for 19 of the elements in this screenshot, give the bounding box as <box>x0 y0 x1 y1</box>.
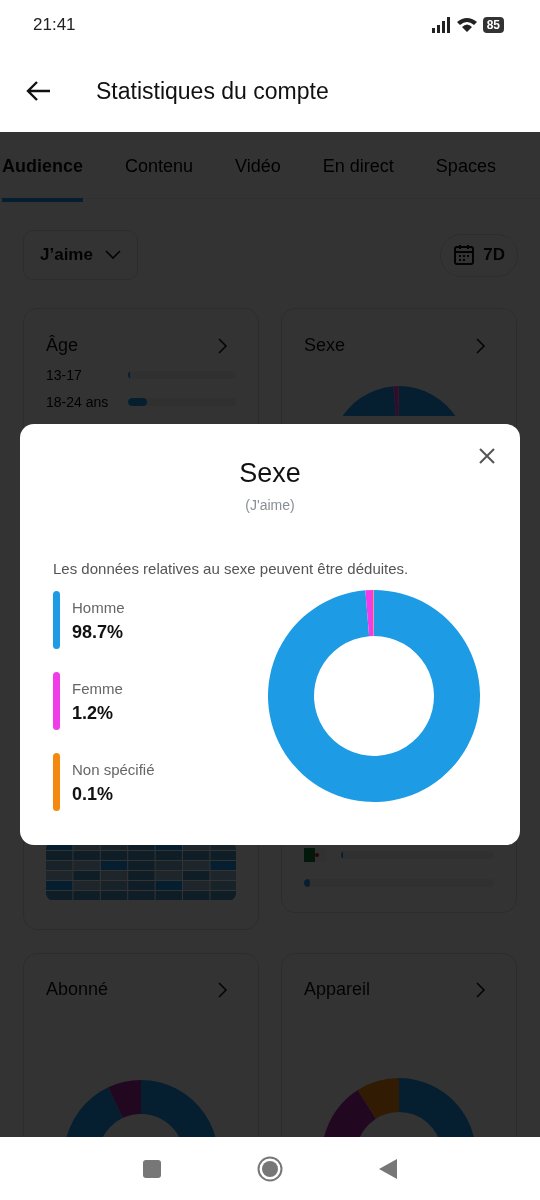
legend-label: Homme <box>72 599 125 616</box>
page-title: Statistiques du compte <box>96 77 329 105</box>
legend-label: Femme <box>72 680 123 697</box>
recent-apps-icon[interactable] <box>142 1158 162 1179</box>
info-text: Les données relatives au sexe peuvent être déduites. <box>53 560 410 577</box>
back-arrow-icon[interactable] <box>25 80 51 102</box>
back-icon[interactable] <box>378 1157 398 1180</box>
legend-label: Non spécifié <box>72 761 155 778</box>
dialog-subtitle: (J'aime) <box>244 497 296 513</box>
wifi-icon <box>455 17 478 33</box>
close-icon[interactable] <box>478 447 496 465</box>
status-time: 21:41 <box>33 15 76 35</box>
signal-icon <box>430 17 451 33</box>
home-icon[interactable] <box>257 1155 283 1182</box>
dialog-title: Sexe <box>238 457 302 489</box>
legend-value: 0.1% <box>72 784 115 805</box>
battery-indicator: 85 <box>482 17 504 33</box>
legend-value: 98.7% <box>72 622 125 643</box>
legend-value: 1.2% <box>72 703 115 724</box>
